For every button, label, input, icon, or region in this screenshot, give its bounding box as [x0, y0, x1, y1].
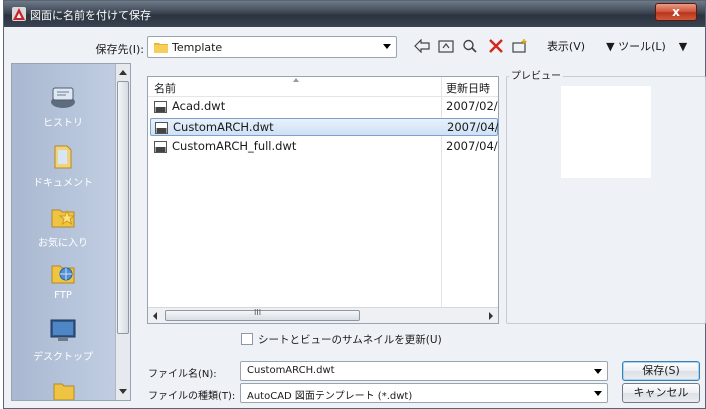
file-date: 2007/04/ — [446, 139, 498, 153]
back-arrow-icon — [414, 39, 430, 53]
dwt-file-icon — [155, 122, 168, 134]
view-menu-label: 表示(V) — [546, 40, 586, 53]
file-name: CustomARCH_full.dwt — [172, 139, 297, 153]
column-date-header[interactable]: 更新日時 — [446, 80, 490, 96]
title-bar[interactable]: 図面に名前を付けて保存 x — [4, 1, 705, 27]
update-thumbnails-label: シートとビューのサムネイルを更新(U) — [258, 334, 442, 346]
place-label: お気に入り — [38, 238, 88, 249]
close-button[interactable]: x — [655, 3, 697, 21]
places-scrollbar[interactable] — [115, 64, 130, 400]
autocad-app-icon — [12, 7, 26, 21]
save-drawing-dialog: 図面に名前を付けて保存 x 保存先(I): Template 表示(V) ▼ ツ… — [3, 0, 706, 409]
place-label: ヒストリ — [43, 118, 83, 129]
file-name: CustomARCH.dwt — [173, 120, 274, 134]
desktop-icon — [50, 319, 76, 341]
save-in-label: 保存先(I): — [95, 43, 144, 56]
cancel-button[interactable]: キャンセル — [622, 383, 700, 403]
file-row-selected[interactable]: CustomARCH.dwt 2007/04/ — [150, 118, 498, 136]
chevron-down-icon[interactable] — [594, 369, 602, 374]
filetype-value: AutoCAD 図面テンプレート (*.dwt) — [247, 391, 413, 402]
place-documents[interactable]: ドキュメント — [12, 142, 114, 189]
update-thumbnails-checkbox[interactable] — [241, 333, 253, 345]
save-in-value: Template — [172, 41, 223, 54]
scroll-right-icon[interactable] — [489, 312, 493, 320]
places-bar: ヒストリ ドキュメント お気に入り FTP デスクトップ — [11, 63, 131, 401]
filename-combo[interactable]: CustomARCH.dwt — [240, 361, 608, 381]
chevron-down-icon: ▼ — [678, 40, 688, 53]
file-date: 2007/04/ — [447, 120, 499, 134]
place-favorites[interactable]: お気に入り — [12, 202, 114, 249]
file-list[interactable]: 名前 更新日時 Acad.dwt 2007/02/ CustomARCH.dwt… — [147, 76, 499, 324]
scroll-thumb[interactable] — [117, 81, 129, 334]
file-list-header: 名前 更新日時 — [148, 77, 498, 97]
sort-ascending-icon — [293, 78, 299, 82]
chevron-down-icon[interactable] — [594, 391, 602, 396]
scroll-thumb[interactable]: III — [165, 308, 360, 321]
save-button[interactable]: 保存(S) — [622, 361, 700, 381]
network-folder-icon — [53, 383, 75, 400]
view-menu-button[interactable]: 表示(V) — [538, 37, 594, 57]
new-folder-icon — [512, 39, 527, 53]
scroll-up-icon[interactable] — [119, 70, 127, 75]
place-history[interactable]: ヒストリ — [12, 82, 114, 129]
place-label: デスクトップ — [33, 352, 93, 363]
scroll-left-icon[interactable] — [153, 312, 157, 320]
window-title: 図面に名前を付けて保存 — [30, 9, 151, 22]
search-icon — [463, 39, 477, 53]
delete-button[interactable] — [486, 37, 506, 57]
tools-menu-label: ツール(L) — [618, 40, 666, 53]
filetype-label: ファイルの種類(T): — [148, 391, 236, 402]
save-in-dropdown[interactable]: Template — [147, 36, 397, 58]
place-label: FTP — [54, 290, 72, 301]
tools-menu-arrow[interactable]: ▼ — [676, 37, 690, 57]
file-row[interactable]: CustomARCH_full.dwt 2007/04/ — [150, 138, 498, 156]
documents-icon — [54, 145, 72, 169]
filetype-dropdown[interactable]: AutoCAD 図面テンプレート (*.dwt) — [240, 383, 608, 403]
chevron-down-icon[interactable] — [383, 44, 391, 49]
scroll-grip: III — [254, 308, 262, 317]
up-folder-icon — [438, 40, 454, 53]
preview-label: プレビュー — [509, 67, 563, 82]
preview-image — [561, 86, 651, 178]
folder-icon — [154, 43, 168, 53]
file-list-hscrollbar[interactable]: III — [148, 307, 498, 323]
ftp-icon — [51, 265, 75, 284]
new-folder-button[interactable] — [510, 37, 530, 57]
dwt-file-icon — [154, 141, 167, 153]
dwt-file-icon — [154, 101, 167, 113]
filename-input[interactable]: CustomARCH.dwt — [247, 365, 335, 376]
file-row[interactable]: Acad.dwt 2007/02/ — [150, 98, 498, 116]
place-desktop[interactable]: デスクトップ — [12, 316, 114, 363]
search-web-button[interactable] — [460, 37, 480, 57]
filename-label: ファイル名(N): — [148, 369, 217, 380]
file-date: 2007/02/ — [446, 99, 498, 113]
tools-menu-button[interactable]: ▼ ツール(L) — [598, 37, 674, 57]
file-name: Acad.dwt — [172, 99, 226, 113]
favorites-icon — [51, 209, 76, 228]
place-label: ドキュメント — [33, 178, 93, 189]
up-folder-button[interactable] — [436, 37, 456, 57]
delete-x-icon — [489, 39, 503, 53]
place-more[interactable] — [12, 378, 114, 400]
back-button[interactable] — [412, 37, 432, 57]
history-icon — [51, 87, 75, 108]
scroll-down-icon[interactable] — [119, 389, 127, 394]
chevron-down-icon: ▼ — [606, 40, 619, 53]
place-ftp[interactable]: FTP — [12, 258, 114, 301]
column-name-header[interactable]: 名前 — [154, 80, 176, 96]
